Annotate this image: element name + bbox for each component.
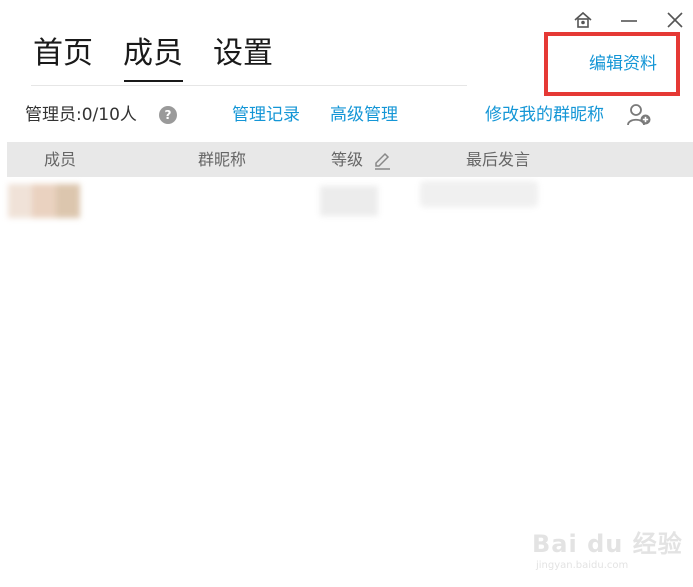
- help-icon[interactable]: ?: [159, 106, 177, 124]
- active-tab-indicator: [124, 80, 183, 82]
- admin-count: 管理员:0/10人: [25, 105, 137, 125]
- watermark-logo: Bai du 经验: [532, 530, 683, 558]
- edit-level-icon[interactable]: [372, 151, 392, 171]
- add-member-icon[interactable]: [626, 103, 652, 127]
- edit-profile-link[interactable]: 编辑资料: [589, 52, 657, 76]
- tabs-divider: [31, 85, 467, 86]
- close-icon[interactable]: [663, 8, 687, 32]
- column-header-level[interactable]: 等级: [331, 149, 363, 171]
- tab-settings[interactable]: 设置: [213, 34, 273, 74]
- column-header-last-speak[interactable]: 最后发言: [466, 149, 530, 171]
- member-last-speak-blurred: [420, 181, 538, 207]
- watermark-url: jingyan.baidu.com: [536, 560, 629, 571]
- member-avatar[interactable]: [8, 184, 80, 218]
- tab-members[interactable]: 成员: [123, 34, 183, 74]
- tab-home[interactable]: 首页: [33, 34, 93, 74]
- column-header-nickname[interactable]: 群昵称: [198, 149, 246, 171]
- change-nickname-link[interactable]: 修改我的群昵称: [485, 103, 604, 127]
- member-level-blurred: [320, 186, 378, 216]
- column-header-member[interactable]: 成员: [44, 149, 76, 171]
- advanced-manage-link[interactable]: 高级管理: [330, 103, 398, 127]
- home-icon[interactable]: [571, 8, 595, 32]
- manage-records-link[interactable]: 管理记录: [232, 103, 300, 127]
- minimize-icon[interactable]: [617, 8, 641, 32]
